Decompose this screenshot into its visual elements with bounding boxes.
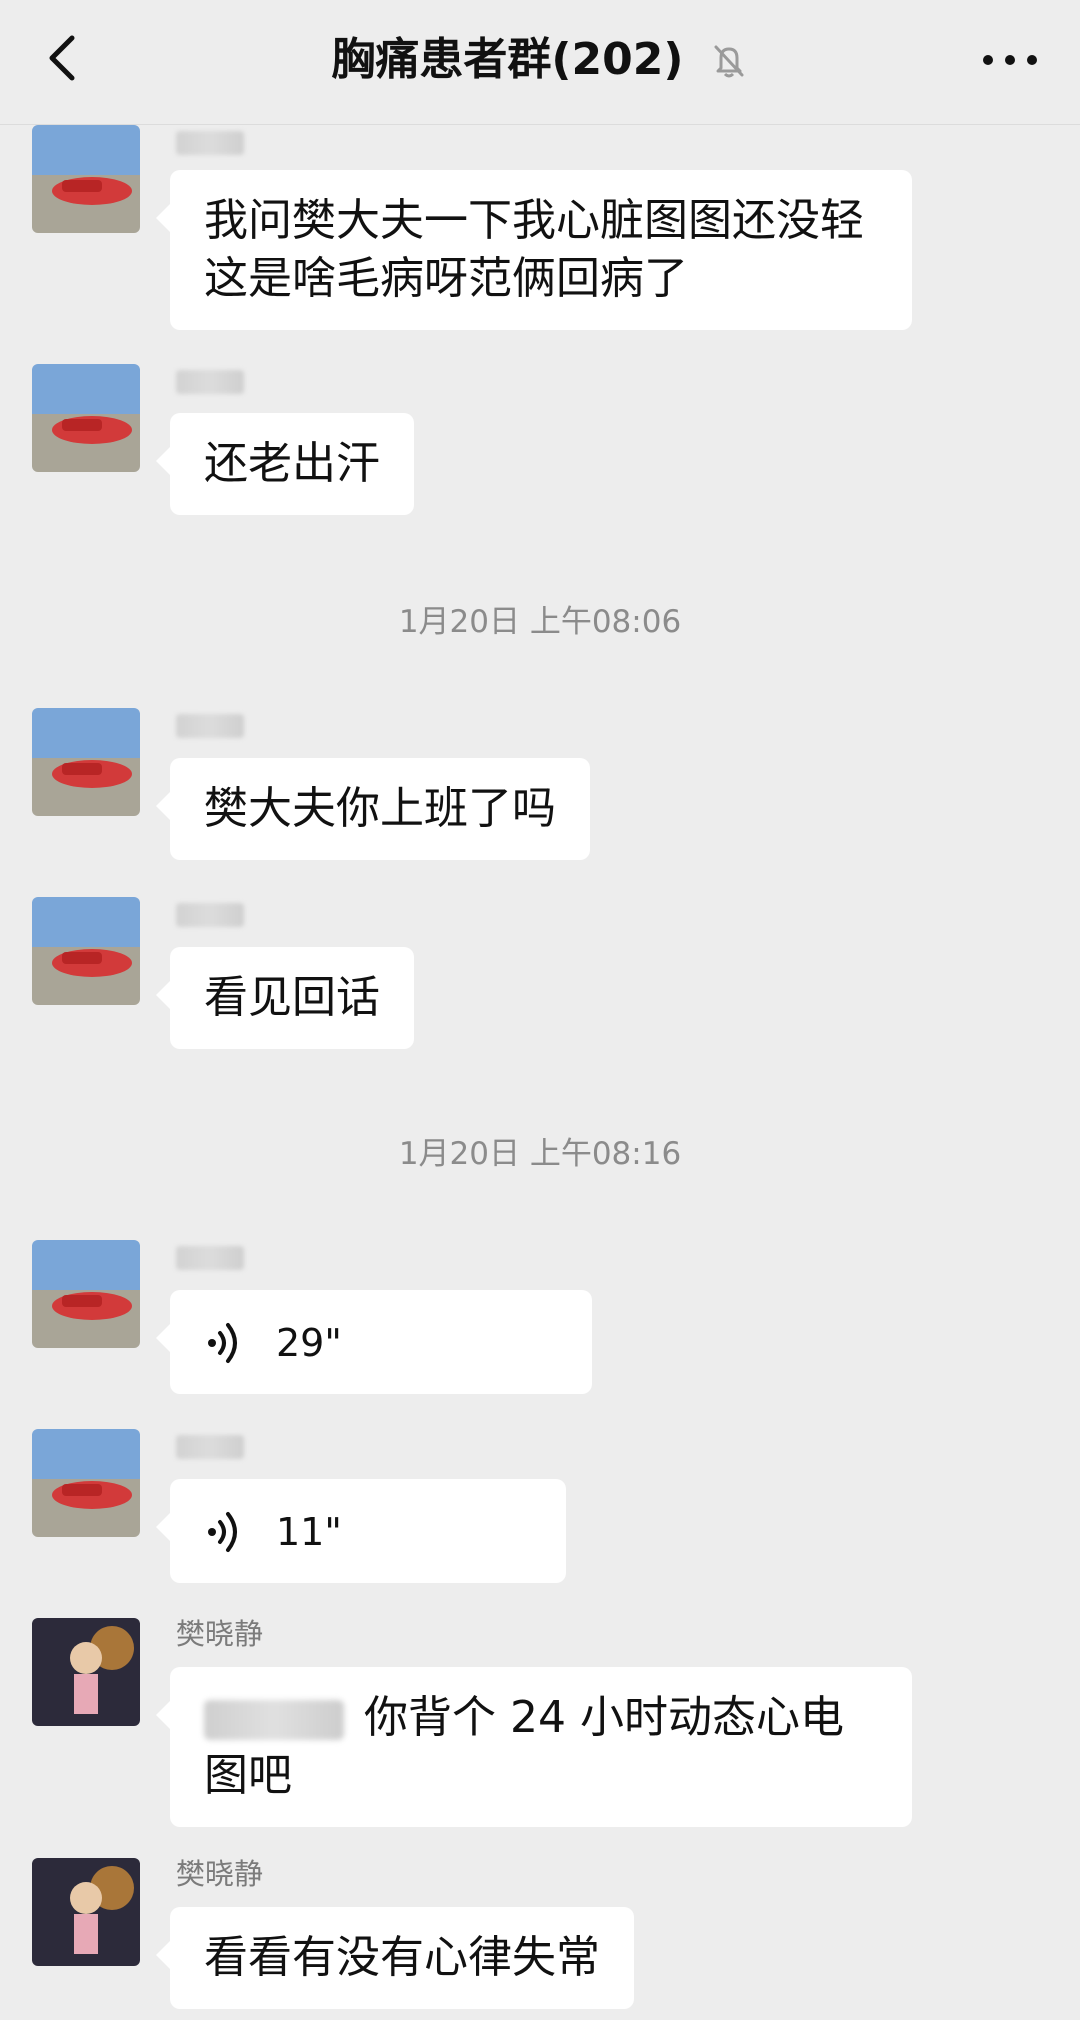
- mention-redacted: [204, 1700, 344, 1740]
- message-bubble[interactable]: 樊大夫你上班了吗: [156, 758, 590, 860]
- message-text: 我问樊大夫一下我心脏图图还没轻这是啥毛病呀范俩回病了: [204, 195, 864, 304]
- sender-name-redacted: [176, 1435, 244, 1459]
- voice-duration: 29": [276, 1321, 342, 1365]
- page-title: 胸痛患者群(202): [331, 34, 684, 85]
- message-text: 看见回话: [204, 972, 380, 1023]
- bell-off-icon: [714, 45, 744, 78]
- message-bubble[interactable]: 还老出汗: [156, 413, 414, 515]
- sender-name-redacted: [176, 903, 244, 927]
- message-bubble[interactable]: 看见回话: [156, 947, 414, 1049]
- sender-name-redacted: [176, 131, 244, 155]
- message-bubble[interactable]: 看看有没有心律失常: [156, 1907, 634, 2009]
- more-dots-icon[interactable]: [980, 40, 1040, 80]
- timestamp: 1月20日 上午08:16: [398, 1136, 682, 1172]
- avatar[interactable]: [32, 1429, 140, 1537]
- avatar[interactable]: [32, 1858, 140, 1966]
- avatar[interactable]: [32, 125, 140, 233]
- message-text: 看看有没有心律失常: [204, 1932, 600, 1983]
- title-area: 胸痛患者群(202): [0, 28, 1080, 92]
- chat-list[interactable]: 我问樊大夫一下我心脏图图还没轻这是啥毛病呀范俩回病了 还老出汗 1月20日 上午…: [0, 125, 1080, 2020]
- message-bubble[interactable]: 你背个 24 小时动态心电图吧: [156, 1667, 912, 1827]
- timestamp: 1月20日 上午08:06: [398, 604, 682, 640]
- message-text: 樊大夫你上班了吗: [204, 783, 556, 834]
- sender-name-redacted: [176, 1246, 244, 1270]
- top-bar: 胸痛患者群(202): [0, 0, 1080, 125]
- avatar[interactable]: [32, 897, 140, 1005]
- voice-duration: 11": [276, 1510, 342, 1554]
- sender-name: 樊晓静: [176, 1617, 264, 1651]
- sender-name-redacted: [176, 370, 244, 394]
- voice-message-bubble[interactable]: 11": [156, 1479, 566, 1583]
- message-text: 还老出汗: [204, 438, 380, 489]
- voice-waves-icon: [208, 1323, 237, 1363]
- voice-message-bubble[interactable]: 29": [156, 1290, 592, 1394]
- avatar[interactable]: [32, 1240, 140, 1348]
- avatar[interactable]: [32, 708, 140, 816]
- avatar[interactable]: [32, 1618, 140, 1726]
- message-bubble[interactable]: 我问樊大夫一下我心脏图图还没轻这是啥毛病呀范俩回病了: [156, 170, 912, 330]
- avatar[interactable]: [32, 364, 140, 472]
- voice-waves-icon: [208, 1512, 237, 1552]
- sender-name: 樊晓静: [176, 1857, 264, 1891]
- sender-name-redacted: [176, 714, 244, 738]
